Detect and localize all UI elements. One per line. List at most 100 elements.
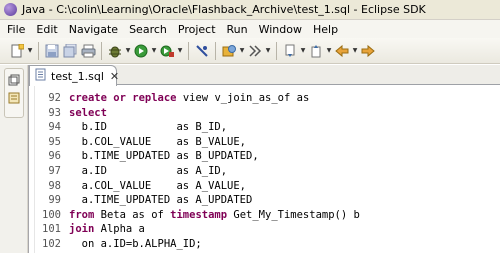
main-toolbar: ▼ ▼ ▼ ▼ ▼ ▼ ▼ ▼ ▼ (0, 38, 500, 64)
sql-keyword: replace (132, 92, 177, 104)
external-tools-dropdown-icon[interactable]: ▼ (176, 42, 184, 60)
code-line[interactable]: 92 create or replace view v_join_as_of as (37, 91, 499, 106)
open-type-icon[interactable] (220, 42, 238, 60)
line-number: 102 (42, 237, 61, 250)
save-all-icon[interactable] (61, 42, 79, 60)
code-text: select (69, 106, 107, 121)
code-token: Alpha a (94, 223, 145, 236)
code-token: Beta as of (94, 208, 171, 221)
previous-annotation-icon[interactable] (307, 42, 325, 60)
line-number: 101 (42, 223, 61, 236)
sql-keyword: or (113, 92, 126, 104)
forward-icon[interactable] (359, 42, 377, 60)
window-title: Java - C:\colin\Learning\Oracle\Flashbac… (22, 3, 426, 16)
menu-run[interactable]: Run (222, 23, 254, 36)
save-icon[interactable] (43, 42, 61, 60)
code-line[interactable]: 100 from Beta as of timestamp Get_My_Time… (37, 208, 499, 223)
line-number: 99 (48, 194, 61, 207)
code-area[interactable]: 92 create or replace view v_join_as_of as… (37, 91, 499, 252)
skip-breakpoints-icon[interactable] (193, 42, 211, 60)
line-number: 100 (42, 208, 61, 221)
code-text: on a.ID=b.ALPHA_ID; (69, 237, 202, 252)
code-line[interactable]: 99 a.TIME_UPDATED as A_UPDATED (37, 193, 499, 208)
sql-file-icon (35, 68, 47, 84)
sql-keyword: timestamp (170, 208, 228, 221)
toolbar-separator (276, 41, 277, 60)
code-token: on a.ID=b.ALPHA_ID; (69, 237, 202, 250)
open-type-dropdown-icon[interactable]: ▼ (238, 42, 246, 60)
line-number: 98 (48, 179, 61, 192)
code-token: a.TIME_UPDATED as A_UPDATED (69, 194, 253, 207)
code-line[interactable]: 98 a.COL_VALUE as A_VALUE, (37, 179, 499, 194)
code-token: b.TIME_UPDATED as B_UPDATED, (69, 150, 259, 163)
previous-annotation-dropdown-icon[interactable]: ▼ (325, 42, 333, 60)
eclipse-icon (4, 3, 17, 16)
run-icon[interactable] (132, 42, 150, 60)
code-token: Get_My_Timestamp() b (227, 208, 360, 221)
menu-help[interactable]: Help (308, 23, 344, 36)
menu-window[interactable]: Window (254, 23, 308, 36)
back-dropdown-icon[interactable]: ▼ (351, 42, 359, 60)
code-line[interactable]: 93 select (37, 106, 499, 121)
sql-keyword: create (69, 92, 107, 104)
sql-keyword: join (69, 223, 95, 236)
code-token: b.COL_VALUE as B_VALUE, (69, 135, 247, 148)
debug-dropdown-icon[interactable]: ▼ (124, 42, 132, 60)
code-line[interactable]: 96 b.TIME_UPDATED as B_UPDATED, (37, 149, 499, 164)
code-text: create or replace view v_join_as_of as (69, 91, 309, 106)
code-token: view v_join_as_of as (176, 92, 310, 104)
open-task-icon[interactable] (246, 42, 264, 60)
toolbar-separator (38, 41, 39, 60)
code-text: b.ID as B_ID, (69, 120, 227, 135)
menu-edit[interactable]: Edit (31, 23, 63, 36)
code-line[interactable]: 94 b.ID as B_ID, (37, 120, 499, 135)
code-text: a.ID as A_ID, (69, 164, 227, 179)
editor-tab-bar: test_1.sql ✕ (29, 65, 500, 86)
run-dropdown-icon[interactable]: ▼ (150, 42, 158, 60)
menu-bar: File Edit Navigate Search Project Run Wi… (0, 20, 500, 38)
external-tools-icon[interactable] (158, 42, 176, 60)
code-text: a.TIME_UPDATED as A_UPDATED (69, 193, 253, 208)
open-task-dropdown-icon[interactable]: ▼ (264, 42, 272, 60)
code-text: join Alpha a (69, 222, 145, 237)
code-line[interactable]: 97 a.ID as A_ID, (37, 164, 499, 179)
code-line[interactable]: 101 join Alpha a (37, 222, 499, 237)
minimized-view-stack (4, 68, 24, 118)
code-line[interactable]: 95 b.COL_VALUE as B_VALUE, (37, 135, 499, 150)
line-number: 92 (48, 92, 61, 104)
menu-project[interactable]: Project (173, 23, 222, 36)
code-line[interactable]: 102 on a.ID=b.ALPHA_ID; (37, 237, 499, 252)
line-number: 96 (48, 150, 61, 163)
tab-test-1-sql[interactable]: test_1.sql ✕ (29, 65, 119, 86)
new-icon[interactable] (8, 42, 26, 60)
menu-file[interactable]: File (2, 23, 31, 36)
code-token: b.ID as B_ID, (69, 121, 228, 134)
code-text: b.COL_VALUE as B_VALUE, (69, 135, 246, 150)
code-text: from Beta as of timestamp Get_My_Timesta… (69, 208, 360, 223)
toolbar-separator (188, 41, 189, 60)
toolbar-separator (215, 41, 216, 60)
close-icon[interactable]: ✕ (110, 70, 119, 83)
next-annotation-dropdown-icon[interactable]: ▼ (299, 42, 307, 60)
back-icon[interactable] (333, 42, 351, 60)
menu-search[interactable]: Search (124, 23, 173, 36)
code-text: b.TIME_UPDATED as B_UPDATED, (69, 149, 259, 164)
left-trim-stack (0, 65, 28, 253)
debug-icon[interactable] (106, 42, 124, 60)
tab-label: test_1.sql (51, 69, 104, 83)
code-text: a.COL_VALUE as A_VALUE, (69, 179, 246, 194)
new-dropdown-icon[interactable]: ▼ (26, 42, 34, 60)
line-number: 97 (48, 164, 61, 177)
package-explorer-icon[interactable] (8, 92, 20, 104)
print-icon[interactable] (79, 42, 97, 60)
line-number: 94 (48, 121, 61, 134)
code-token: a.COL_VALUE as A_VALUE, (69, 179, 247, 192)
menu-navigate[interactable]: Navigate (64, 23, 124, 36)
next-annotation-icon[interactable] (281, 42, 299, 60)
sql-editor[interactable]: test_1.sql ✕ 92 create or replace view v_… (28, 65, 500, 253)
code-token: a.ID as A_ID, (69, 164, 228, 177)
title-bar: Java - C:\colin\Learning\Oracle\Flashbac… (0, 0, 500, 20)
toolbar-separator (101, 41, 102, 60)
restore-icon[interactable] (8, 74, 20, 86)
sql-keyword: from (69, 208, 95, 221)
